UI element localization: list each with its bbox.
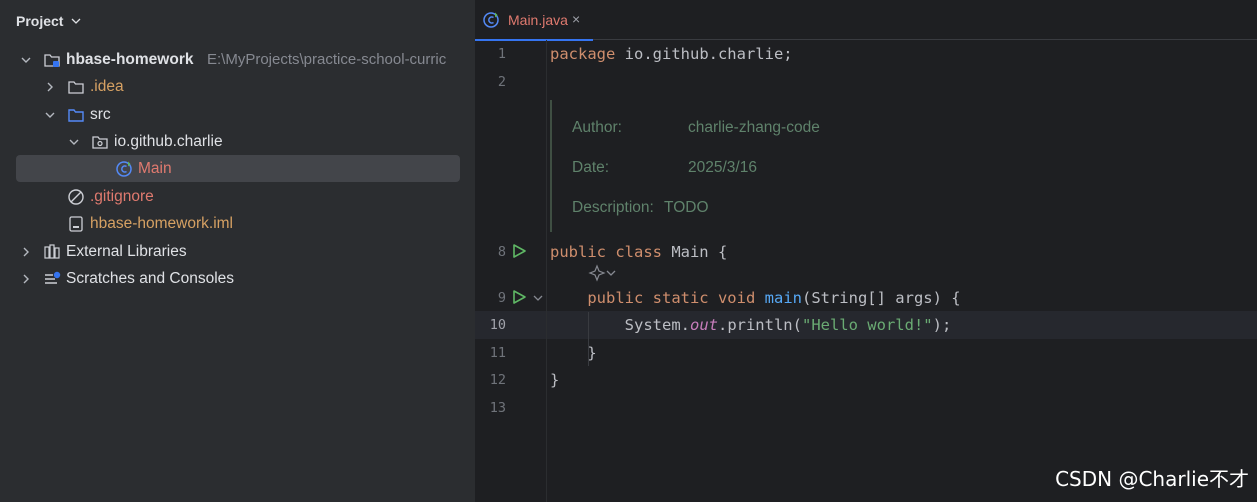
java-class-icon xyxy=(483,12,499,28)
tree-item-label: src xyxy=(90,105,111,123)
tree-item-label: io.github.charlie xyxy=(114,132,223,150)
code-line-9: public static void main(String[] args) { xyxy=(550,289,961,307)
code-text: ); xyxy=(932,316,952,334)
tab-label: Main.java xyxy=(508,12,568,28)
ai-spark-icon xyxy=(588,264,606,282)
code-text: } xyxy=(550,371,560,389)
line-number: 9 xyxy=(497,290,506,306)
tree-item-idea[interactable]: .idea xyxy=(0,73,475,100)
tree-item-iml[interactable]: hbase-homework.iml xyxy=(0,210,475,237)
doc-author: Author: charlie-zhang-code xyxy=(572,119,820,137)
watermark: CSDN @Charlie不才 xyxy=(1055,467,1249,491)
ignore-file-icon xyxy=(67,188,85,206)
code-line-11: } xyxy=(550,344,597,362)
code-text: } xyxy=(587,344,597,362)
panel-title: Project xyxy=(16,13,64,29)
static-field: out xyxy=(689,316,718,334)
string-literal: "Hello world!" xyxy=(801,316,933,334)
scratches-icon xyxy=(43,270,61,288)
tree-item-package[interactable]: io.github.charlie xyxy=(0,128,475,155)
function-name: main xyxy=(764,289,802,307)
run-icon[interactable] xyxy=(511,289,527,305)
tree-item-label: .idea xyxy=(90,77,124,95)
doc-value: TODO xyxy=(664,199,709,216)
doc-value: 2025/3/16 xyxy=(688,159,757,176)
tree-item-label: Scratches and Consoles xyxy=(66,269,235,287)
java-class-icon xyxy=(115,160,133,178)
code-text: .println( xyxy=(717,316,802,334)
chevron-down-icon[interactable] xyxy=(68,136,80,148)
doc-date: Date: 2025/3/16 xyxy=(572,159,757,177)
doc-label: Author: xyxy=(572,119,622,136)
chevron-down-icon[interactable] xyxy=(20,54,32,66)
keyword: package xyxy=(550,45,616,63)
tree-item-label: External Libraries xyxy=(66,242,187,260)
inlay-hint[interactable] xyxy=(588,264,618,282)
project-tool-window: Project hbase-homework E:\MyProjects\pra… xyxy=(0,0,475,502)
tree-item-label: hbase-homework.iml xyxy=(90,214,233,232)
code-line-8: public class Main { xyxy=(550,243,727,261)
libraries-icon xyxy=(43,243,61,261)
tree-item-hbase-homework[interactable]: hbase-homework E:\MyProjects\practice-sc… xyxy=(0,46,475,73)
line-number: 8 xyxy=(497,244,506,260)
project-path: E:\MyProjects\practice-school-curric xyxy=(207,51,447,68)
run-icon[interactable] xyxy=(511,243,527,259)
editor-tab-bar: Main.java × xyxy=(475,0,1257,41)
chevron-right-icon[interactable] xyxy=(20,273,32,285)
tree-item-label: .gitignore xyxy=(90,187,154,205)
fold-chevron-icon[interactable] xyxy=(533,293,543,303)
package-icon xyxy=(91,133,109,151)
doc-label: Description: xyxy=(572,199,654,216)
chevron-down-icon[interactable] xyxy=(44,109,56,121)
module-folder-icon xyxy=(43,51,61,69)
iml-file-icon xyxy=(67,215,85,233)
tree-item-gitignore[interactable]: .gitignore xyxy=(0,183,475,210)
tab-main-java[interactable]: Main.java × xyxy=(475,0,593,41)
folder-icon xyxy=(67,78,85,96)
tree-item-external-libraries[interactable]: External Libraries xyxy=(0,238,475,265)
doc-value: charlie-zhang-code xyxy=(688,119,820,136)
chevron-right-icon[interactable] xyxy=(44,81,56,93)
line-number: 11 xyxy=(489,345,506,361)
code-line-10: System.out.println("Hello world!"); xyxy=(550,316,952,334)
keyword: public class xyxy=(550,243,662,261)
line-number: 13 xyxy=(489,400,506,416)
code-text: io.github.charlie; xyxy=(615,45,793,63)
tree-item-main[interactable]: Main xyxy=(0,155,475,182)
editor-gutter: 1 2 8 9 10 11 12 13 xyxy=(475,40,547,502)
line-number: 2 xyxy=(497,74,506,90)
tree-item-scratches[interactable]: Scratches and Consoles xyxy=(0,265,475,292)
code-text: Main { xyxy=(661,243,728,261)
doc-description: Description: TODO xyxy=(572,199,709,217)
chevron-down-icon xyxy=(72,18,81,24)
tree-item-label: hbase-homework xyxy=(66,50,194,68)
doc-label: Date: xyxy=(572,159,610,176)
line-number: 10 xyxy=(489,317,506,333)
close-icon[interactable]: × xyxy=(572,11,580,27)
code-line-12: } xyxy=(550,371,559,389)
code-editor[interactable]: Main.java × 1 2 8 9 10 11 12 13 package … xyxy=(475,0,1257,502)
project-view-selector[interactable]: Project xyxy=(16,12,81,30)
rendered-doc-comment[interactable]: Author: charlie-zhang-code Date: 2025/3/16… xyxy=(550,100,950,232)
code-text: System. xyxy=(624,316,690,334)
tree-item-label: Main xyxy=(138,159,172,177)
code-text: (String[] args) { xyxy=(801,289,961,307)
keyword: public static void xyxy=(587,289,756,307)
chevron-down-icon xyxy=(606,270,616,276)
chevron-right-icon[interactable] xyxy=(20,246,32,258)
tree-item-src[interactable]: src xyxy=(0,101,475,128)
line-number: 12 xyxy=(489,372,506,388)
code-line-1: package io.github.charlie; xyxy=(550,45,793,63)
source-folder-icon xyxy=(67,106,85,124)
line-number: 1 xyxy=(497,46,506,62)
